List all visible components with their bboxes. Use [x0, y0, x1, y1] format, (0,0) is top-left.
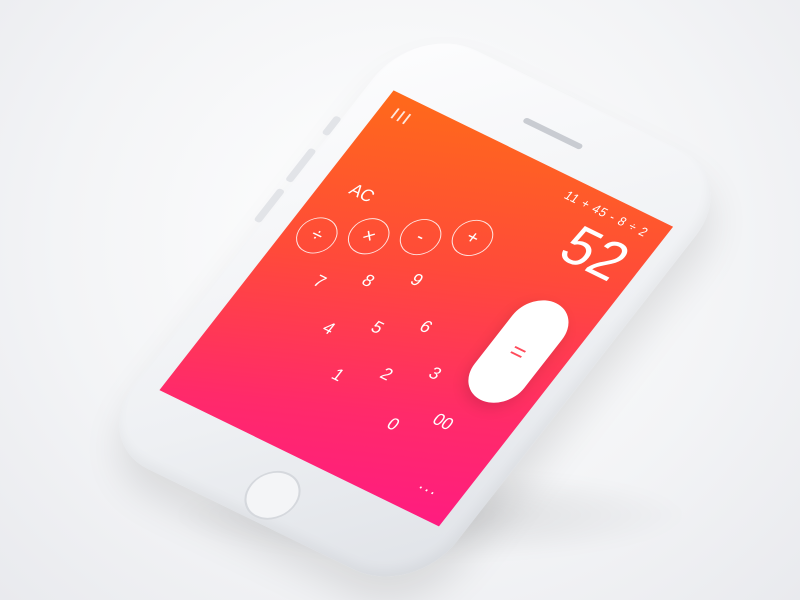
key-5[interactable]: 5 — [354, 311, 400, 344]
key-9[interactable]: 9 — [393, 264, 439, 297]
key-1[interactable]: 1 — [315, 359, 361, 392]
key-double-zero[interactable]: 00 — [420, 406, 466, 439]
subtract-button[interactable]: - — [391, 212, 450, 262]
calculator-screen: 11 + 45 - 8 ÷ 2 52 AC + - × ÷ 9 8 7 6 5 … — [159, 90, 674, 527]
multiply-button[interactable]: × — [339, 212, 398, 261]
key-0[interactable]: 0 — [370, 408, 416, 441]
mute-switch — [321, 115, 342, 137]
clear-button[interactable]: AC — [345, 180, 378, 207]
divide-button[interactable]: ÷ — [287, 211, 346, 260]
more-options-icon[interactable]: ... — [415, 474, 446, 499]
add-button[interactable]: + — [443, 213, 502, 263]
key-6[interactable]: 6 — [403, 310, 449, 343]
key-3[interactable]: 3 — [412, 357, 458, 390]
volume-up-button — [284, 147, 317, 184]
equals-button[interactable]: = — [455, 291, 582, 412]
volume-down-button — [253, 187, 286, 224]
menu-icon[interactable] — [390, 108, 412, 125]
earpiece-speaker — [522, 117, 584, 151]
key-4[interactable]: 4 — [305, 312, 351, 345]
key-8[interactable]: 8 — [345, 264, 391, 297]
key-2[interactable]: 2 — [363, 358, 409, 391]
key-7[interactable]: 7 — [296, 265, 342, 298]
